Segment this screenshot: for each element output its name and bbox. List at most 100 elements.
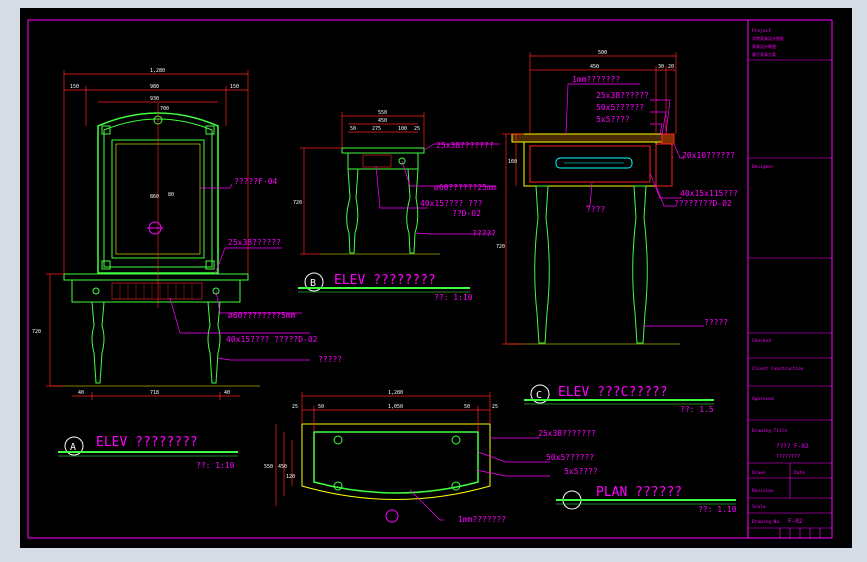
callout-d-molding: 25x38???????	[538, 429, 596, 438]
view-c-title-text: ELEV ???C?????	[558, 385, 668, 400]
dim-b-d: 25	[414, 126, 420, 132]
cad-model-space[interactable]: 1,280 150 980 150 930 700 860 80 720 40 …	[20, 8, 852, 548]
view-c-dimensions	[502, 52, 677, 345]
dim-c-height: 720	[496, 244, 505, 250]
dim-a-left: 150	[70, 84, 79, 90]
dim-b-a: 50	[350, 126, 356, 132]
tb-project-line-1: 学院家具设计图纸	[752, 35, 784, 41]
mirror-rosette-tr	[205, 125, 215, 135]
view-d-leaders	[409, 437, 550, 521]
title-block-rules	[748, 59, 832, 538]
callout-a-mirror: ?????F-04	[234, 177, 278, 186]
dim-d-h2: 450	[278, 464, 287, 470]
callout-c-leg: ?????	[704, 318, 728, 327]
callout-d-strip: 50x5??????	[546, 453, 594, 462]
dim-b-width: 550	[378, 110, 387, 116]
top-edge-c	[661, 133, 675, 145]
view-b-dimensions	[300, 112, 425, 255]
tb-sheet-no: F-02	[788, 518, 803, 525]
dim-a-middle: 980	[150, 84, 159, 90]
tb-scale-label: Scale	[752, 504, 766, 510]
drawing-canvas[interactable]: 1,280 150 980 150 930 700 860 80 720 40 …	[20, 8, 852, 548]
leg-a-left	[91, 301, 105, 384]
view-d-plan	[301, 423, 491, 523]
dim-a-inner: 930	[150, 96, 159, 102]
callout-c-veneer: 1mm???????	[572, 75, 620, 84]
dim-a-top: 700	[160, 106, 169, 112]
view-d-title: PLAN ?????? ??: 1.10	[556, 485, 737, 514]
callout-b-apron-ref: ??D-02	[452, 209, 481, 218]
title-block: Project 学院家具设计图纸 家具设计制图 客厅家具方案 Designer …	[748, 28, 832, 538]
mirror-rosette-bl	[101, 260, 111, 270]
drawer-knob-left	[92, 287, 100, 295]
view-b-scale: ??: 1:10	[434, 293, 473, 302]
dim-a-side: 80	[168, 192, 174, 198]
tb-client-label: Client Construction	[752, 366, 804, 372]
dim-d-a: 25	[292, 404, 298, 410]
callout-c-apron: 40x15x115???	[680, 189, 738, 198]
plan-inner-outline	[313, 431, 479, 494]
callout-b-apron: 40x15???? ???	[420, 199, 483, 208]
tb-sheet-no-label: Drawing No.	[752, 519, 782, 525]
tb-drawn-label: Drawn	[752, 470, 766, 476]
dim-c-section: 160	[508, 159, 517, 165]
screenshot-stage: 1,280 150 980 150 930 700 860 80 720 40 …	[0, 0, 867, 562]
view-b-title-text: ELEV ????????	[334, 273, 436, 288]
dim-a-leg-right: 40	[224, 390, 230, 396]
dim-b-c: 100	[398, 126, 407, 132]
mirror-rosette-br	[205, 260, 215, 270]
table-top-a	[63, 273, 249, 281]
tb-revision-label: Revision	[752, 488, 774, 494]
callout-b-leg: ?????	[472, 229, 496, 238]
dim-d-d: 25	[492, 404, 498, 410]
tb-drawing-subtitle: ????????	[776, 454, 800, 460]
dim-d-h3: 120	[286, 474, 295, 480]
callout-c-drawer: ????	[586, 205, 605, 214]
view-a-title-text: ELEV ????????	[96, 435, 198, 450]
dim-c-c: 20	[668, 64, 674, 70]
callout-c-molding: 25x38??????	[596, 91, 649, 100]
view-a-dimension-text: 1,280 150 980 150 930 700 860 80 720 40 …	[32, 68, 239, 396]
dim-d-middle: 1,050	[388, 404, 403, 410]
fluting-lines	[119, 283, 193, 299]
view-d-callout-text: 25x38??????? 50x5?????? 5x5???? 1mm?????…	[458, 429, 598, 524]
dim-d-c: 50	[464, 404, 470, 410]
callout-a-knob: ø60????????5mm	[228, 311, 296, 320]
view-c-callout-text: 1mm??????? 25x38?????? 50x5?????? 5x5???…	[572, 75, 738, 327]
tb-project-line-2: 家具设计制图	[752, 43, 776, 49]
dim-d-width: 1,280	[388, 390, 403, 396]
table-top-b	[341, 147, 425, 154]
top-section-c	[511, 133, 673, 143]
dim-a-height: 720	[32, 329, 41, 335]
callout-d-veneer: 1mm???????	[458, 515, 506, 524]
tb-approved-label: Approved	[752, 396, 774, 402]
view-a-title: A ELEV ???????? ??: 1:10	[58, 435, 238, 470]
callout-b-molding: 25x38???????	[436, 141, 494, 150]
callout-a-molding: 25x38??????	[228, 238, 281, 247]
view-d-dimensions	[275, 392, 491, 506]
plan-hole-3	[333, 481, 343, 491]
plan-center-mark	[385, 509, 399, 523]
view-c-scale: ??: 1.5	[680, 405, 714, 414]
view-a-scale: ??: 1:10	[196, 461, 235, 470]
apron-b	[347, 152, 419, 170]
tb-drawing-title: ???? F-02	[776, 443, 809, 450]
view-b-title: B ELEV ???????? ??: 1:10	[298, 272, 473, 302]
view-b-callout-text: 25x38??????? ø60??????25mm 40x15???? ???…	[420, 141, 497, 238]
view-a-callout-text: ?????F-04 25x38?????? ø60????????5mm 40x…	[226, 177, 342, 364]
callout-b-knob: ø60??????25mm	[434, 183, 497, 192]
dim-a-leg-span: 718	[150, 390, 159, 396]
tb-project-label: Project	[752, 28, 771, 34]
leg-c-left	[534, 185, 550, 344]
dim-d-b: 50	[318, 404, 324, 410]
view-d-scale: ??: 1.10	[698, 505, 737, 514]
leg-b-left	[346, 168, 359, 254]
leg-a-right	[207, 301, 221, 384]
plan-hole-1	[333, 435, 343, 445]
leg-c-right	[632, 185, 648, 344]
callout-c-bead: 5x5????	[596, 115, 630, 124]
view-d-dimension-text: 1,280 25 50 1,050 50 25 550 450 120	[264, 390, 498, 480]
dim-a-overall-width: 1,280	[150, 68, 165, 74]
apron-fluting-a	[111, 282, 203, 300]
apron-b-fluting	[362, 154, 392, 168]
